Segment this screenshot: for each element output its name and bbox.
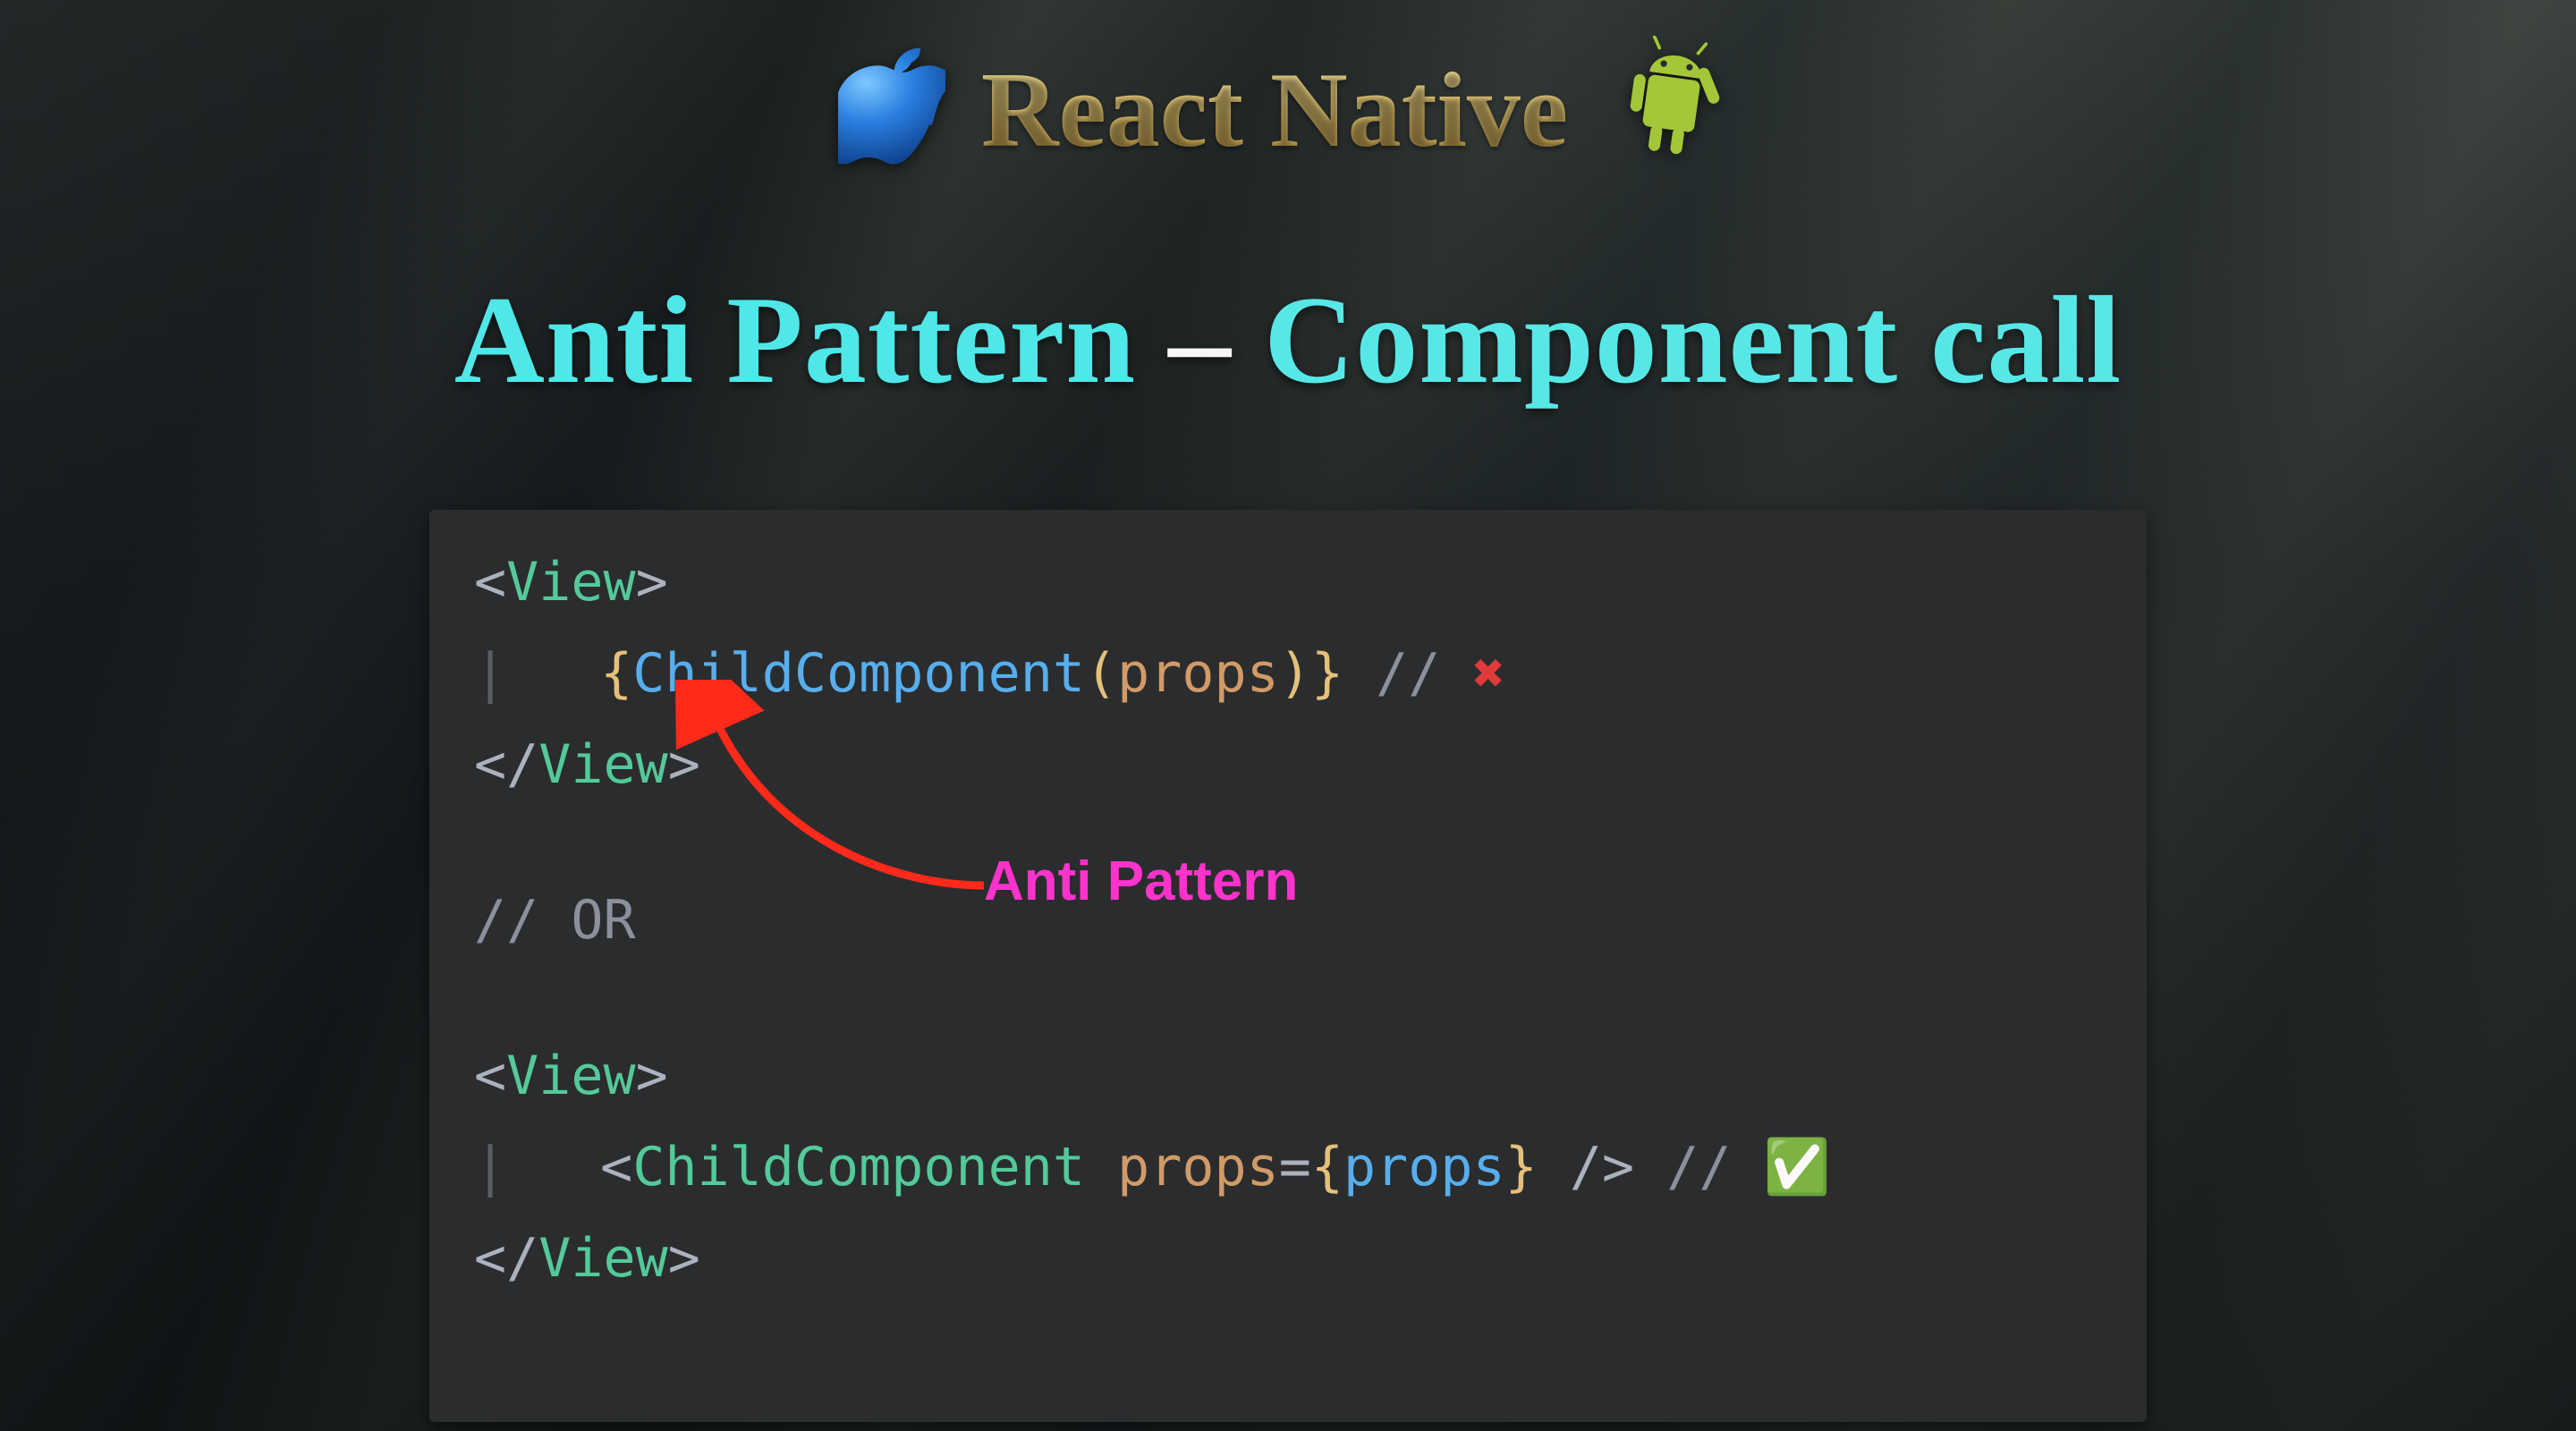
code-line: <View> [474,537,2102,628]
code-line: </View> [474,719,2102,810]
code-line: <View> [474,1030,2102,1122]
subtitle: Anti Pattern – Component call [0,268,2576,412]
header: React Native [0,36,2576,183]
code-line: |<ChildComponent props={props} /> // ✅ [474,1122,2102,1213]
page-title: React Native [981,48,1568,172]
annotation-label: Anti Pattern [984,850,1298,913]
code-block: <View> |{ChildComponent(props)} // ✖ </V… [429,510,2147,1422]
code-line: |{ChildComponent(props)} // ✖ [474,628,2102,719]
code-line: </View> [474,1213,2102,1304]
android-icon [1604,36,1738,183]
subtitle-part-b: Component call [1264,271,2122,410]
subtitle-part-a: Anti Pattern [454,271,1136,410]
check-icon: ✅ [1764,1136,1831,1198]
subtitle-sep: – [1136,271,1264,410]
apple-icon [838,45,945,174]
cross-icon: ✖ [1472,642,1504,705]
